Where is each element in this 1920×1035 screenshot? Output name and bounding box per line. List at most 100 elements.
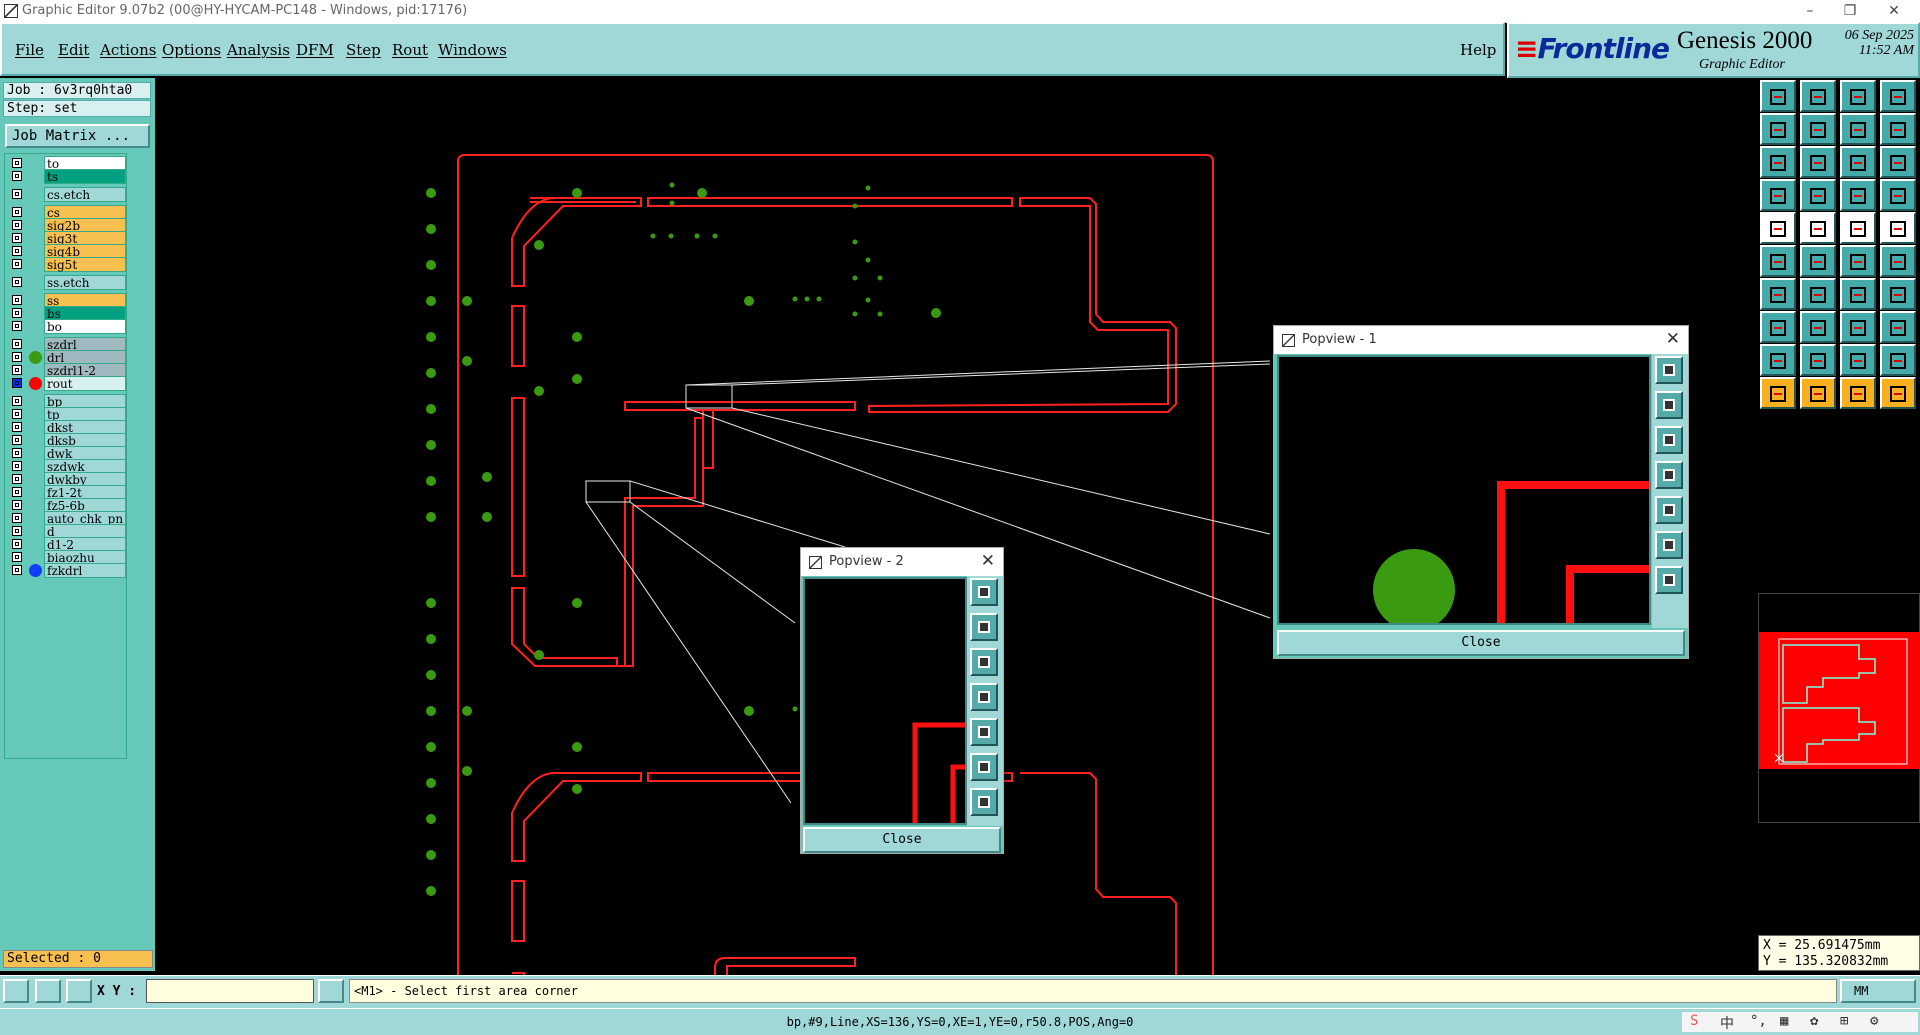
layer-checkbox[interactable] — [12, 189, 22, 199]
layer-checkbox[interactable] — [12, 158, 22, 168]
triangle-tool-icon[interactable] — [1800, 344, 1836, 376]
pv2-zoom-button[interactable] — [970, 578, 998, 606]
cursor-tool-icon[interactable] — [1840, 377, 1876, 409]
measure-tool-icon[interactable] — [1800, 179, 1836, 211]
popview-2-close-icon[interactable]: ✕ — [981, 551, 995, 571]
pv1-pan-down-button[interactable] — [1655, 426, 1683, 454]
layer-row-sig5t[interactable]: sig5t — [7, 257, 126, 272]
home-step-tool-icon[interactable] — [1840, 80, 1876, 112]
popview-1-canvas[interactable] — [1277, 355, 1651, 625]
line-segment-tool-icon[interactable] — [1800, 311, 1836, 343]
layer-checkbox[interactable] — [12, 422, 22, 432]
step-home-tool-icon[interactable] — [1800, 80, 1836, 112]
layer-checkbox[interactable] — [12, 277, 22, 287]
pv2-pan-right-button[interactable] — [970, 718, 998, 746]
help-tool-icon[interactable] — [1880, 146, 1916, 178]
layer-checkbox[interactable] — [12, 365, 22, 375]
layer-checkbox[interactable] — [12, 435, 22, 445]
layer-checkbox[interactable] — [12, 409, 22, 419]
tray-icon-5[interactable]: ⊞ — [1840, 1013, 1848, 1029]
layer-checkbox[interactable] — [12, 378, 22, 388]
pv2-pan-left-button[interactable] — [970, 683, 998, 711]
layer-row-cs.etch[interactable]: cs.etch — [7, 187, 126, 202]
surface-tool-icon[interactable] — [1840, 344, 1876, 376]
close-window-button[interactable]: ✕ — [1874, 1, 1914, 21]
tray-icon-6[interactable]: ⚙ — [1870, 1013, 1878, 1029]
layer-checkbox[interactable] — [12, 233, 22, 243]
tray-icon-3[interactable]: ▦ — [1780, 1013, 1788, 1029]
layer-checkbox[interactable] — [12, 487, 22, 497]
pv1-zoom-out-button[interactable] — [1655, 566, 1683, 594]
edit-line-tool-icon[interactable] — [1760, 278, 1796, 310]
layer-name[interactable]: ts — [44, 169, 126, 184]
layer-checkbox[interactable] — [12, 526, 22, 536]
transform-tool-icon[interactable] — [1880, 311, 1916, 343]
add-line-tool-icon[interactable] — [1880, 245, 1916, 277]
pv1-pan-right-button[interactable] — [1655, 496, 1683, 524]
orient-tool-icon[interactable] — [1760, 212, 1796, 244]
layer-checkbox[interactable] — [12, 513, 22, 523]
fit-all-tool-icon[interactable] — [1760, 146, 1796, 178]
home-tool-icon[interactable] — [1760, 80, 1796, 112]
pv1-zoom-button[interactable] — [1655, 356, 1683, 384]
layer-checkbox[interactable] — [12, 448, 22, 458]
layer-checkbox[interactable] — [12, 500, 22, 510]
fit-board-tool-icon[interactable] — [1800, 146, 1836, 178]
layer-row-ts[interactable]: ts — [7, 169, 126, 184]
flip-tool-icon[interactable] — [1880, 278, 1916, 310]
menu-windows[interactable]: Windows — [438, 41, 507, 59]
arc-tool-icon[interactable] — [1840, 278, 1876, 310]
snap-mode-button[interactable] — [3, 979, 29, 1003]
polygon-tool-icon[interactable] — [1760, 344, 1796, 376]
pointer-tool-icon[interactable] — [1760, 377, 1796, 409]
rotate-tool-icon[interactable] — [1760, 179, 1796, 211]
restore-button[interactable]: ❐ — [1830, 1, 1870, 21]
layer-name[interactable]: ss.etch — [44, 275, 126, 290]
layout-tool-icon[interactable] — [1880, 80, 1916, 112]
menu-analysis[interactable]: Analysis — [227, 41, 290, 59]
layer-checkbox[interactable] — [12, 339, 22, 349]
move-tool-icon[interactable] — [1840, 311, 1876, 343]
layer-checkbox[interactable] — [12, 539, 22, 549]
layer-name[interactable]: rout — [44, 376, 126, 391]
menu-options[interactable]: Options — [162, 41, 221, 59]
route-tool-icon[interactable] — [1880, 377, 1916, 409]
zoom-left-tool-icon[interactable] — [1760, 113, 1796, 145]
line-mode-button[interactable] — [35, 979, 61, 1003]
menu-file[interactable]: File — [15, 41, 44, 59]
pv2-pan-down-button[interactable] — [970, 648, 998, 676]
mirror-tool-icon[interactable] — [1840, 113, 1876, 145]
split-tool-icon[interactable] — [1880, 113, 1916, 145]
layer-checkbox[interactable] — [12, 474, 22, 484]
cut-tool-icon[interactable] — [1800, 245, 1836, 277]
layer-checkbox[interactable] — [12, 396, 22, 406]
snap-grid-tool-icon[interactable] — [1880, 179, 1916, 211]
pv2-zoom-in-button[interactable] — [970, 753, 998, 781]
outline-tool-icon[interactable] — [1880, 344, 1916, 376]
layer-checkbox[interactable] — [12, 246, 22, 256]
menu-step[interactable]: Step — [346, 41, 381, 59]
menu-help[interactable]: Help — [1460, 41, 1496, 59]
edit-arc-tool-icon[interactable] — [1800, 278, 1836, 310]
tray-icon-0[interactable]: S — [1690, 1013, 1698, 1029]
xy-input[interactable] — [146, 979, 314, 1003]
tray-icon-1[interactable]: 中 — [1720, 1013, 1734, 1033]
popview-1-close-button[interactable]: Close — [1277, 630, 1685, 656]
select-pointer-tool-icon[interactable] — [1800, 377, 1836, 409]
grid-mode-button[interactable] — [66, 979, 92, 1003]
menu-edit[interactable]: Edit — [58, 41, 89, 59]
snap-tool-icon[interactable] — [1840, 179, 1876, 211]
minimize-button[interactable]: – — [1790, 1, 1830, 21]
popview-2-close-button[interactable]: Close — [803, 827, 1001, 853]
layer-row-fzkdrl[interactable]: fzkdrl — [7, 563, 126, 578]
layer-name[interactable]: sig5t — [44, 257, 126, 272]
layer-checkbox[interactable] — [12, 352, 22, 362]
layer-checkbox[interactable] — [12, 259, 22, 269]
tray-icon-4[interactable]: ✿ — [1810, 1013, 1818, 1029]
layer-row-ss.etch[interactable]: ss.etch — [7, 275, 126, 290]
connect-tool-icon[interactable] — [1760, 245, 1796, 277]
pv2-zoom-out-button[interactable] — [970, 788, 998, 816]
layer-name[interactable]: fzkdrl — [44, 563, 126, 578]
layer-checkbox[interactable] — [12, 552, 22, 562]
pv1-pan-up-button[interactable] — [1655, 391, 1683, 419]
